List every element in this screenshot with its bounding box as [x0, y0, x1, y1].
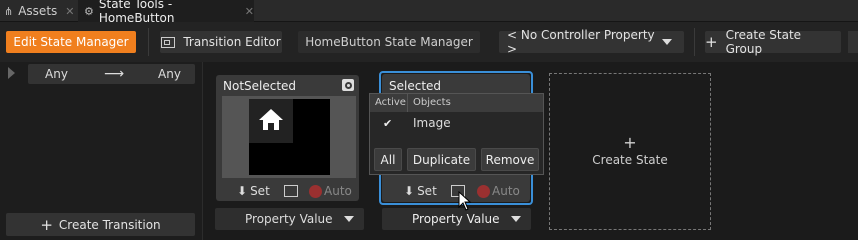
set-label: Set — [250, 184, 270, 198]
column-active: Active — [375, 97, 406, 108]
state-manager-name: HomeButton State Manager — [298, 31, 480, 53]
auto-label: Auto — [492, 184, 520, 198]
chevron-down-icon — [511, 216, 521, 222]
duplicate-button[interactable]: Duplicate — [407, 148, 476, 171]
column-divider — [407, 94, 408, 112]
checkmark-icon[interactable]: ✔ — [383, 117, 392, 130]
property-value-label: Property Value — [412, 212, 500, 226]
create-state-label: Create State — [592, 153, 668, 167]
transition-editor-icon — [161, 36, 176, 48]
chevron-down-icon — [344, 216, 354, 222]
state-tools-icon: ⚙ — [84, 4, 94, 18]
download-arrow-icon: ⬇ — [404, 184, 415, 198]
auto-toggle[interactable]: Auto — [309, 184, 352, 198]
arrow-right-icon: ⟶ — [104, 66, 125, 82]
objects-table-header: Active Objects — [370, 94, 543, 112]
transition-from: Any — [45, 67, 68, 81]
transition-editor-button[interactable]: Transition Editor — [160, 31, 282, 53]
record-icon — [477, 184, 490, 198]
play-icon[interactable] — [8, 67, 15, 79]
create-state-group-button[interactable]: + Create State Group — [705, 28, 841, 56]
create-transition-button[interactable]: + Create Transition — [6, 213, 195, 236]
plus-icon: + — [705, 33, 718, 51]
transition-to: Any — [158, 67, 181, 81]
record-icon — [309, 184, 322, 198]
toolbar-divider — [148, 28, 149, 56]
controller-property-value: < No Controller Property > — [507, 28, 655, 56]
property-value-dropdown[interactable]: Property Value — [215, 208, 364, 230]
remove-button[interactable]: Remove — [481, 148, 539, 171]
auto-label: Auto — [324, 184, 352, 198]
assets-icon: ⋔ — [4, 4, 14, 18]
download-arrow-icon: ⬇ — [237, 184, 248, 198]
all-button[interactable]: All — [374, 148, 402, 171]
set-button[interactable]: ⬇ Set — [237, 184, 270, 198]
set-label: Set — [417, 184, 437, 198]
home-icon — [258, 107, 284, 134]
transition-row[interactable]: Any ⟶ Any — [28, 64, 195, 84]
state-title: NotSelected — [223, 79, 297, 93]
objects-list-icon[interactable] — [284, 185, 298, 197]
close-icon[interactable]: ✕ — [245, 5, 254, 18]
auto-toggle[interactable]: Auto — [477, 184, 520, 198]
tab-state-tools[interactable]: ⚙ State Tools - HomeButton ✕ — [78, 0, 254, 25]
chevron-down-icon — [662, 39, 672, 45]
column-objects: Objects — [413, 97, 451, 108]
cursor-icon — [458, 190, 472, 214]
plus-icon: + — [623, 133, 637, 152]
state-title: Selected — [389, 79, 442, 93]
transition-editor-label: Transition Editor — [183, 35, 281, 49]
edit-state-manager-button[interactable]: Edit State Manager — [6, 31, 136, 53]
tab-assets[interactable]: ⋔ Assets ✕ — [4, 0, 76, 22]
plus-icon: + — [40, 215, 53, 234]
create-state-button[interactable]: + Create State — [549, 73, 711, 230]
object-name[interactable]: Image — [413, 116, 451, 130]
tab-assets-label: Assets — [18, 4, 58, 18]
toolbar-divider — [694, 28, 695, 56]
set-button[interactable]: ⬇ Set — [404, 184, 437, 198]
toolbar-overflow — [848, 31, 858, 53]
property-value-label: Property Value — [245, 212, 333, 226]
controller-property-dropdown[interactable]: < No Controller Property > — [499, 28, 684, 56]
property-value-dropdown[interactable]: Property Value — [382, 208, 531, 230]
create-state-group-label: Create State Group — [725, 28, 802, 56]
state-options-icon[interactable] — [342, 79, 354, 91]
create-transition-label: Create Transition — [58, 217, 161, 232]
close-icon[interactable]: ✕ — [65, 5, 74, 18]
